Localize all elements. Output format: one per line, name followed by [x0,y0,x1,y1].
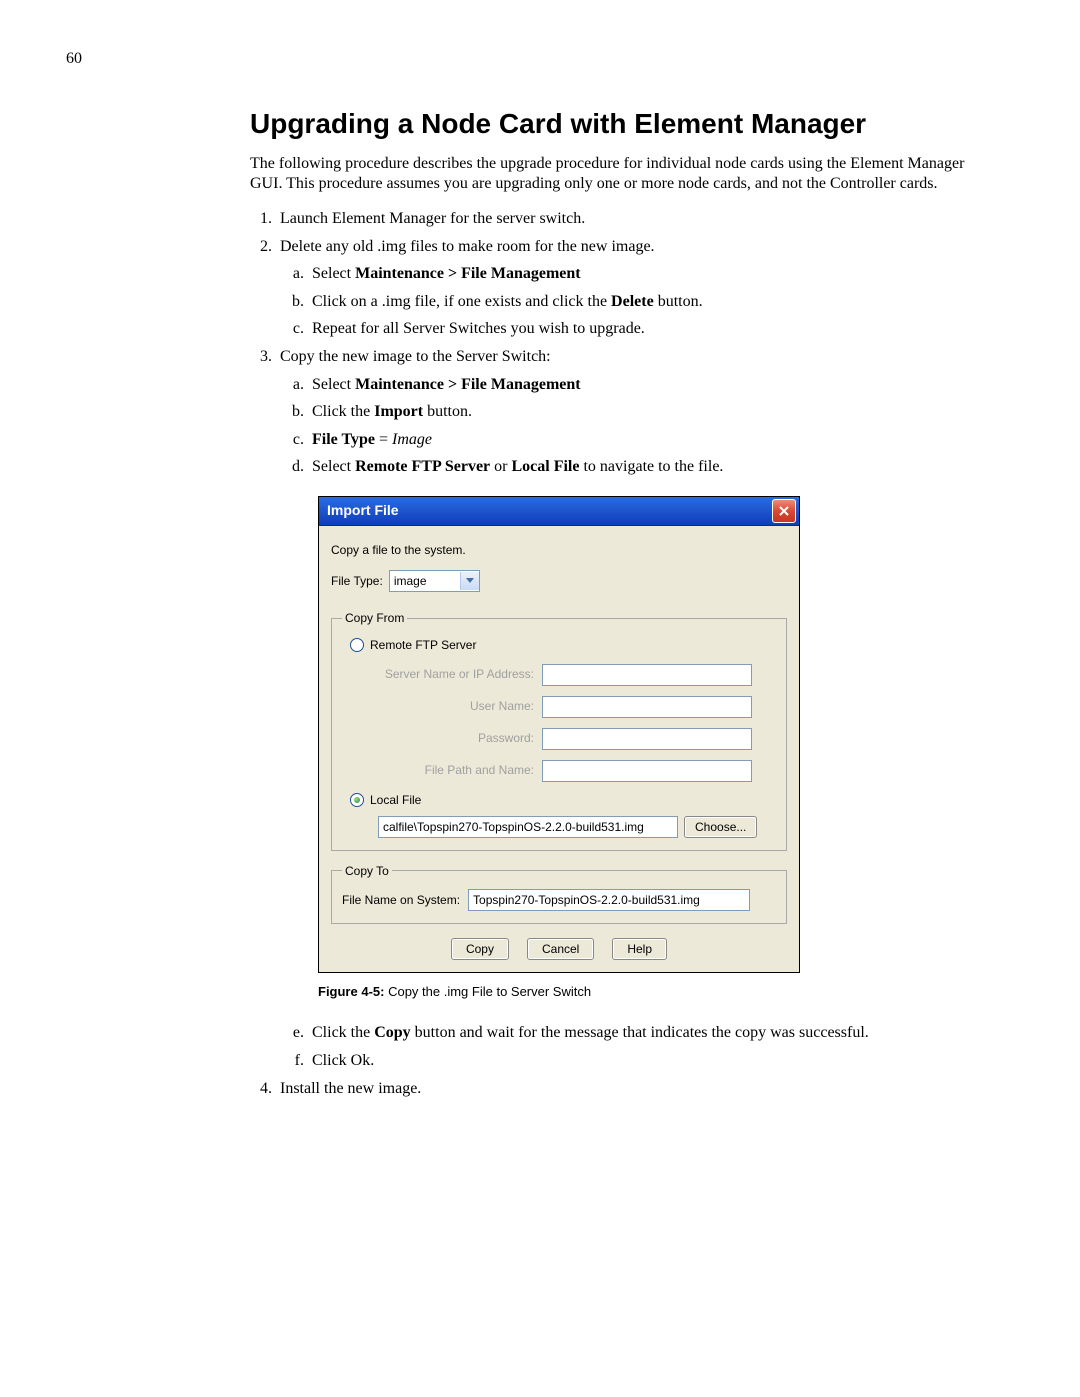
close-icon [778,505,790,517]
dialog-subtitle: Copy a file to the system. [331,542,787,558]
choose-button[interactable]: Choose... [684,816,757,838]
copy-from-group: Copy From Remote FTP Server Server Name … [331,610,787,851]
filetype-input[interactable] [390,572,460,590]
password-label: Password: [378,730,534,746]
file-path-input[interactable] [542,760,752,782]
step-2b: Click on a .img file, if one exists and … [308,291,990,313]
filetype-label: File Type: [331,573,383,589]
remote-ftp-radio[interactable] [350,638,364,652]
dialog-button-row: Copy Cancel Help [331,938,787,960]
filetype-dropdown-button[interactable] [460,572,479,590]
intro-paragraph: The following procedure describes the up… [250,154,990,194]
filetype-combo[interactable] [389,570,480,592]
step-3c: File Type = Image [308,429,990,451]
procedure-list: Launch Element Manager for the server sw… [250,208,990,1099]
dialog-body: Copy a file to the system. File Type: [319,526,799,972]
file-name-system-label: File Name on System: [342,892,460,908]
file-name-system-input[interactable] [468,889,750,911]
local-file-radio[interactable] [350,793,364,807]
file-path-label: File Path and Name: [378,762,534,778]
step-3-text: Copy the new image to the Server Switch: [280,348,551,365]
step-2a: Select Maintenance > File Management [308,263,990,285]
page-title: Upgrading a Node Card with Element Manag… [250,108,990,140]
user-name-input[interactable] [542,696,752,718]
figure-text: Copy the .img File to Server Switch [384,984,591,999]
local-file-label: Local File [370,792,421,808]
step-3: Copy the new image to the Server Switch:… [276,346,990,1072]
figure-caption: Figure 4-5: Copy the .img File to Server… [318,983,990,1001]
copy-to-group: Copy To File Name on System: [331,863,787,924]
step-3-substeps: Select Maintenance > File Management Cli… [280,374,990,478]
step-3e: Click the Copy button and wait for the m… [308,1022,990,1044]
figure-number: Figure 4-5: [318,984,384,999]
cancel-button[interactable]: Cancel [527,938,594,960]
user-name-label: User Name: [378,698,534,714]
copy-button[interactable]: Copy [451,938,509,960]
dialog-titlebar: Import File [319,497,799,526]
local-file-input[interactable] [378,816,678,838]
help-button[interactable]: Help [612,938,667,960]
step-3f: Click Ok. [308,1050,990,1072]
close-button[interactable] [772,499,796,523]
dialog-title: Import File [327,501,399,520]
remote-ftp-label: Remote FTP Server [370,637,476,653]
step-2: Delete any old .img files to make room f… [276,236,990,340]
page-number: 60 [66,50,1010,68]
step-2c: Repeat for all Server Switches you wish … [308,318,990,340]
server-name-input[interactable] [542,664,752,686]
server-name-label: Server Name or IP Address: [378,666,534,682]
step-2-substeps: Select Maintenance > File Management Cli… [280,263,990,340]
step-3d: Select Remote FTP Server or Local File t… [308,456,990,478]
step-3a: Select Maintenance > File Management [308,374,990,396]
local-file-radio-row[interactable]: Local File [350,792,776,808]
step-3b: Click the Import button. [308,401,990,423]
step-4: Install the new image. [276,1078,990,1100]
import-file-dialog: Import File Copy a file to the system. F… [318,496,800,973]
remote-ftp-radio-row[interactable]: Remote FTP Server [350,637,776,653]
password-input[interactable] [542,728,752,750]
copy-to-legend: Copy To [342,863,392,879]
step-1: Launch Element Manager for the server sw… [276,208,990,230]
step-3-substeps-cont: Click the Copy button and wait for the m… [280,1022,990,1071]
copy-from-legend: Copy From [342,610,407,626]
step-2-text: Delete any old .img files to make room f… [280,238,655,255]
chevron-down-icon [466,578,474,584]
